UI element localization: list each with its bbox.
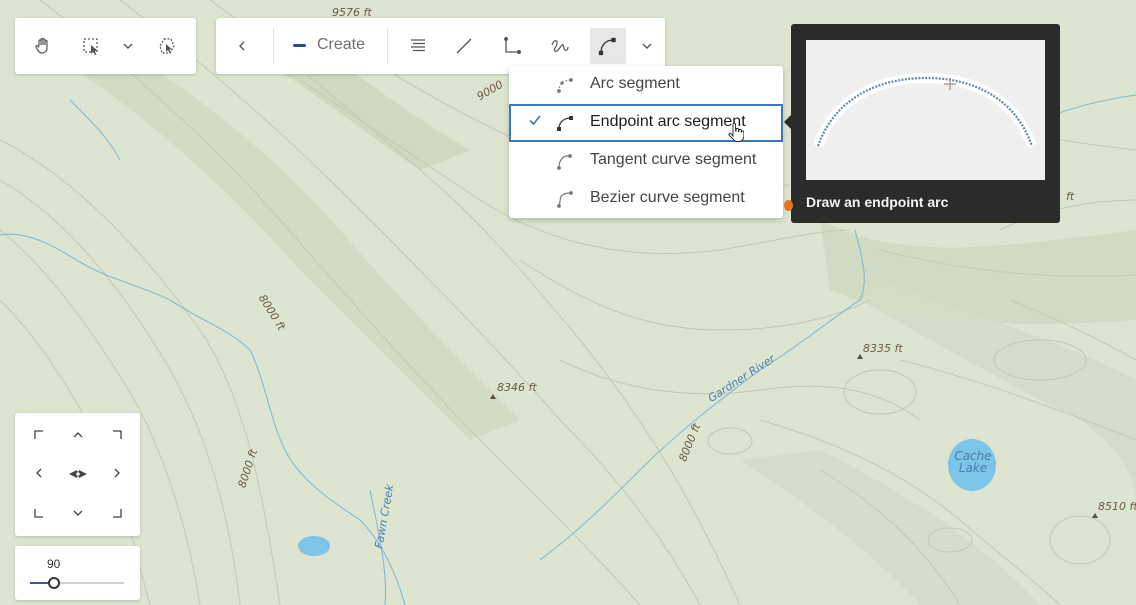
right-angle-icon [503, 37, 521, 55]
rotate-button[interactable] [65, 462, 91, 488]
sketch-vertex-marker [784, 200, 793, 211]
menu-item-arc-segment[interactable]: Arc segment [509, 66, 783, 104]
pan-down-right-icon [112, 505, 122, 523]
menu-item-label: Endpoint arc segment [590, 113, 746, 130]
line-symbol-icon [293, 44, 306, 47]
chevron-left-icon [236, 40, 248, 52]
pan-up-button[interactable] [65, 423, 91, 449]
rotate-icon [68, 466, 88, 484]
pan-up-right-icon [112, 427, 122, 445]
pan-up-left-button[interactable] [26, 423, 52, 449]
tangent-curve-icon [556, 152, 574, 170]
rectangle-select-button[interactable] [77, 32, 105, 60]
menu-item-bezier-curve-segment[interactable]: Bezier curve segment [509, 180, 783, 218]
menu-item-label: Bezier curve segment [590, 189, 745, 206]
pan-button[interactable] [29, 32, 57, 60]
pan-right-icon [112, 466, 122, 484]
spot-elevation-label: 8335 ft [863, 342, 903, 355]
tooltip-text: Draw an endpoint arc [806, 194, 949, 210]
more-tools-button[interactable] [636, 32, 658, 60]
menu-item-label: Arc segment [590, 75, 680, 92]
back-button[interactable] [230, 32, 254, 60]
lasso-select-button[interactable] [153, 32, 181, 60]
chevron-down-icon [122, 40, 134, 52]
zoom-slider-panel [15, 546, 140, 600]
right-angle-button[interactable] [498, 32, 526, 60]
pan-left-button[interactable] [26, 462, 52, 488]
pan-down-icon [72, 505, 84, 523]
list-tool-button[interactable] [404, 32, 432, 60]
pan-down-left-button[interactable] [26, 501, 52, 527]
hand-icon [33, 36, 53, 56]
create-label: Create [317, 36, 366, 53]
pan-down-button[interactable] [65, 501, 91, 527]
zoom-value: 90 [47, 557, 61, 571]
pan-up-right-button[interactable] [104, 423, 130, 449]
lake-label: Cache Lake [954, 449, 992, 475]
map-navigator [15, 413, 140, 536]
bezier-curve-icon [556, 190, 574, 208]
segment-type-menu: Arc segment Endpoint arc segment Tangent… [509, 66, 783, 218]
toolbar-divider [387, 28, 388, 64]
rectangle-select-icon [81, 36, 101, 56]
line-segment-button[interactable] [450, 32, 478, 60]
menu-item-label: Tangent curve segment [590, 151, 757, 168]
elevation-label: ft [1066, 190, 1075, 203]
freehand-button[interactable] [546, 32, 574, 60]
pan-down-right-button[interactable] [104, 501, 130, 527]
checkmark-icon [528, 113, 542, 127]
spot-elevation-label: 8346 ft [497, 381, 537, 394]
menu-item-tangent-curve-segment[interactable]: Tangent curve segment [509, 142, 783, 180]
pan-up-left-icon [34, 427, 44, 445]
endpoint-arc-tool-button[interactable] [590, 28, 626, 64]
arc-segment-icon [556, 76, 574, 94]
pan-left-icon [34, 466, 44, 484]
pan-up-icon [72, 427, 84, 445]
peak-icon [1092, 513, 1098, 518]
spot-elevation-label: 8510 ft [1098, 500, 1136, 513]
endpoint-arc-icon [556, 114, 574, 132]
line-segment-icon [455, 37, 473, 55]
tool-tooltip: Draw an endpoint arc [791, 24, 1060, 223]
selection-options-button[interactable] [117, 32, 139, 60]
menu-item-endpoint-arc-segment[interactable]: Endpoint arc segment [509, 104, 783, 142]
endpoint-arc-icon [598, 36, 618, 56]
peak-icon [490, 394, 496, 399]
selection-toolbar [15, 18, 196, 74]
freehand-icon [550, 37, 570, 55]
lasso-select-icon [157, 36, 177, 56]
toolbar-divider [273, 28, 274, 64]
pan-right-button[interactable] [104, 462, 130, 488]
list-icon [409, 37, 427, 55]
pan-down-left-icon [34, 505, 44, 523]
chevron-down-icon [641, 40, 653, 52]
endpoint-arc-preview [806, 40, 1045, 180]
